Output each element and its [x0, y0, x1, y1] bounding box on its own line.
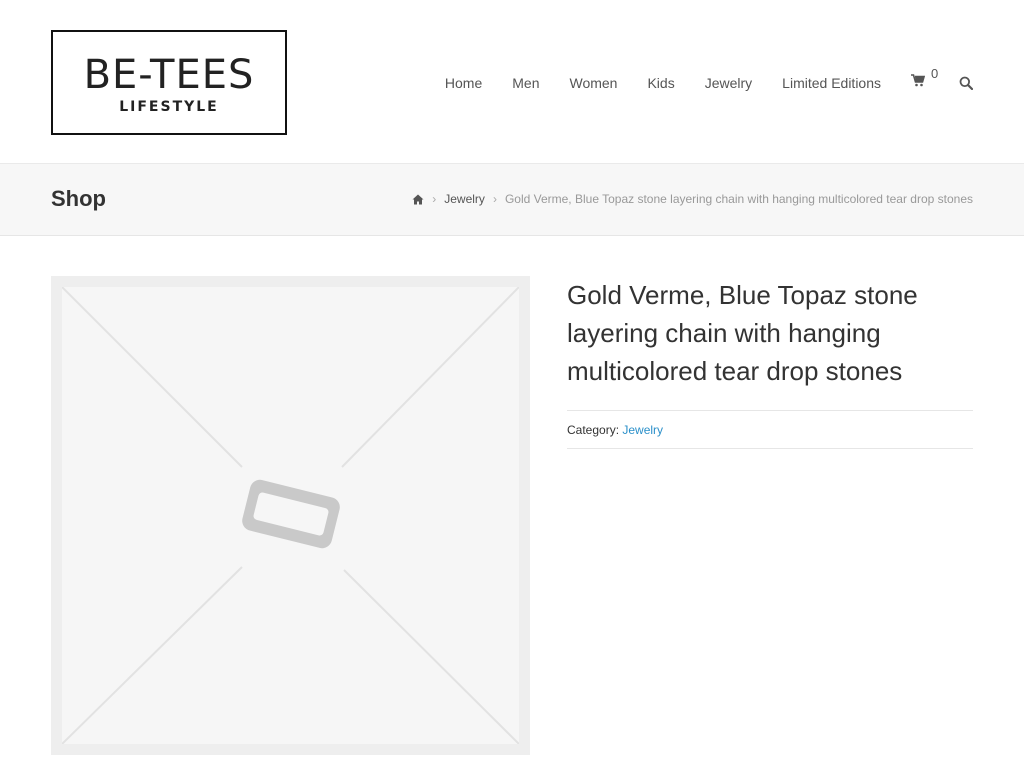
home-icon[interactable] — [412, 194, 424, 205]
placeholder-image-icon — [62, 287, 519, 744]
product-summary: Gold Verme, Blue Topaz stone layering ch… — [567, 276, 973, 449]
breadcrumb-jewelry[interactable]: Jewelry — [444, 192, 485, 206]
logo-main-text: BE-TEES — [83, 51, 255, 98]
site-header: BE-TEES LIFESTYLE Home Men Women Kids Je… — [0, 0, 1024, 164]
cart-count: 0 — [931, 66, 939, 81]
cart-button[interactable]: 0 — [911, 66, 938, 92]
shopping-cart-icon — [911, 74, 926, 92]
search-icon[interactable] — [959, 76, 973, 90]
nav-item-women[interactable]: Women — [569, 75, 617, 91]
category-label: Category: — [567, 423, 620, 437]
main-nav: Home Men Women Kids Jewelry Limited Edit… — [445, 66, 973, 94]
page-title-bar: Shop › Jewelry › Gold Verme, Blue Topaz … — [0, 164, 1024, 236]
nav-item-men[interactable]: Men — [512, 75, 539, 91]
breadcrumb-current: Gold Verme, Blue Topaz stone layering ch… — [504, 192, 973, 206]
nav-item-kids[interactable]: Kids — [647, 75, 674, 91]
product-title: Gold Verme, Blue Topaz stone layering ch… — [567, 280, 918, 386]
breadcrumb: › Jewelry › Gold Verme, Blue Topaz stone… — [412, 192, 973, 206]
chevron-right-icon: › — [432, 192, 437, 206]
chevron-right-icon: › — [492, 192, 497, 206]
nav-item-limited-editions[interactable]: Limited Editions — [782, 75, 881, 91]
nav-item-home[interactable]: Home — [445, 75, 482, 91]
logo-sub-text: LIFESTYLE — [119, 98, 219, 115]
category-link[interactable]: Jewelry — [622, 423, 663, 437]
nav-item-jewelry[interactable]: Jewelry — [705, 75, 752, 91]
site-logo[interactable]: BE-TEES LIFESTYLE — [51, 30, 287, 135]
product-image[interactable] — [51, 276, 530, 755]
product-meta: Category: Jewelry — [567, 410, 973, 449]
page-title: Shop — [51, 186, 106, 211]
